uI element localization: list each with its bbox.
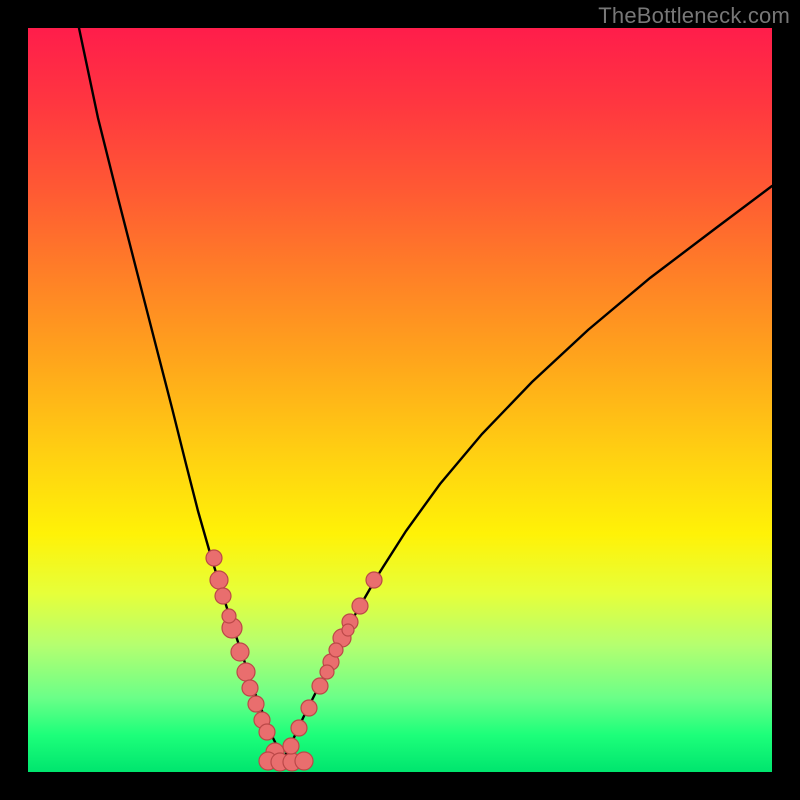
curve-layer bbox=[28, 28, 772, 772]
data-dot bbox=[210, 571, 228, 589]
chart-frame: TheBottleneck.com bbox=[0, 0, 800, 800]
data-dot bbox=[295, 752, 313, 770]
data-dot bbox=[320, 665, 334, 679]
data-dot bbox=[259, 724, 275, 740]
data-dot bbox=[206, 550, 222, 566]
data-dot bbox=[231, 643, 249, 661]
data-dot bbox=[366, 572, 382, 588]
data-dot bbox=[215, 588, 231, 604]
data-dot bbox=[291, 720, 307, 736]
data-dot bbox=[283, 738, 299, 754]
data-dot bbox=[342, 624, 354, 636]
data-dot bbox=[242, 680, 258, 696]
data-dot bbox=[301, 700, 317, 716]
data-dot bbox=[329, 643, 343, 657]
data-dot bbox=[312, 678, 328, 694]
data-dot bbox=[222, 609, 236, 623]
plot-area bbox=[28, 28, 772, 772]
right-branch-curve bbox=[283, 186, 772, 762]
data-dot bbox=[237, 663, 255, 681]
data-dot bbox=[248, 696, 264, 712]
data-dot bbox=[352, 598, 368, 614]
left-branch-curve bbox=[79, 28, 283, 762]
watermark-text: TheBottleneck.com bbox=[598, 3, 790, 29]
